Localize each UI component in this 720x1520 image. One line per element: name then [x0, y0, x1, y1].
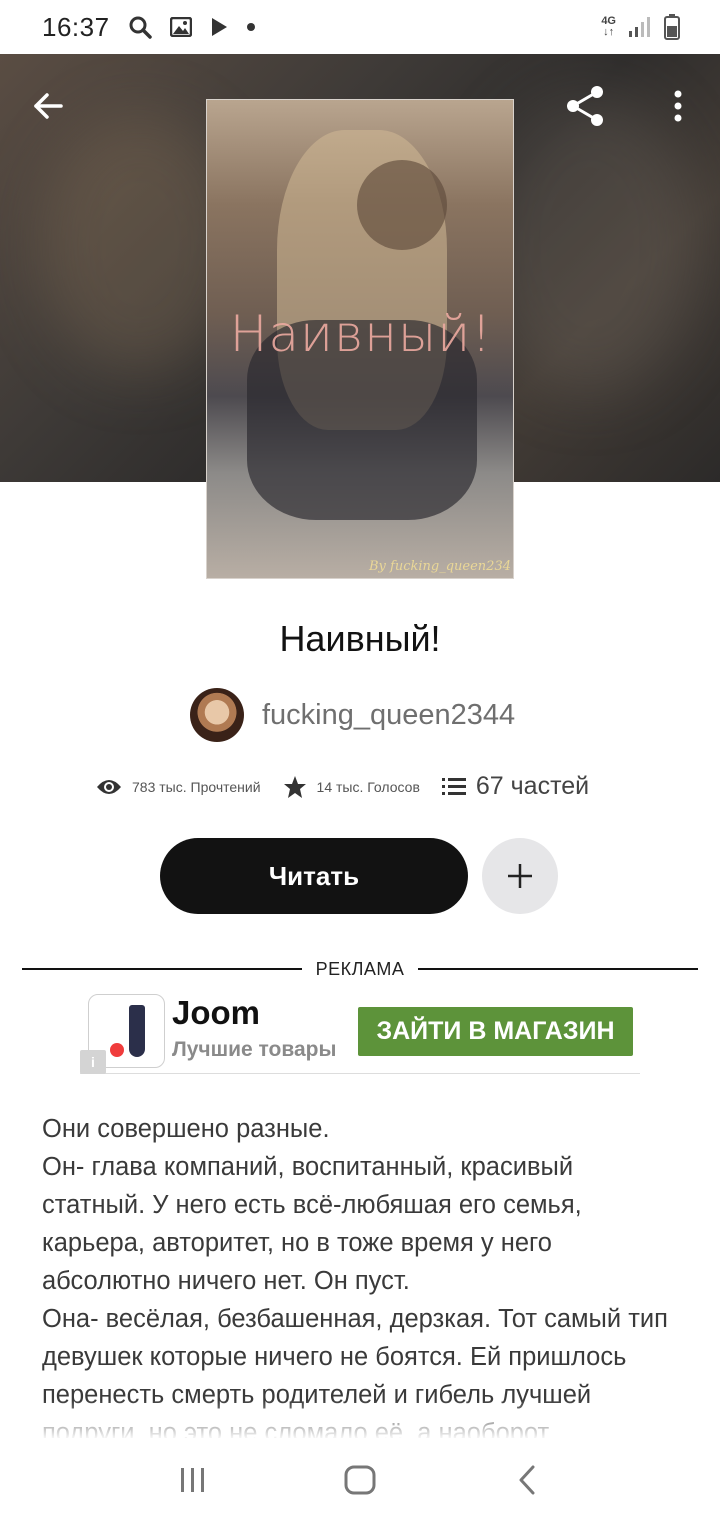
story-description: Они совершено разные. Он- глава компаний… [42, 1110, 682, 1438]
stat-parts[interactable]: 67 частей [441, 772, 590, 801]
system-nav-bar [0, 1440, 720, 1520]
joom-logo-dot [110, 1043, 124, 1057]
ad-brand[interactable]: Joom [172, 994, 260, 1032]
ad-tagline: Лучшие товары [172, 1038, 337, 1061]
list-icon [441, 777, 466, 795]
read-button[interactable]: Читать [160, 838, 468, 914]
recents-icon [181, 1468, 205, 1492]
battery-icon [664, 14, 680, 40]
add-to-library-button[interactable] [482, 838, 558, 914]
star-icon [283, 775, 306, 798]
more-options-button[interactable] [652, 80, 704, 132]
author-link[interactable]: fucking_queen2344 [190, 688, 515, 742]
dot-icon [246, 23, 255, 31]
stat-reads: 783 тыс. Прочтений [96, 778, 261, 796]
cover-title: Наивный! [229, 305, 493, 363]
status-time: 16:37 [42, 11, 110, 42]
parts-count: 67 частей [475, 772, 590, 800]
nav-back-button[interactable] [487, 1450, 567, 1510]
description-fade [0, 1400, 720, 1440]
status-bar: 16:37 4G ↓↑ [0, 0, 720, 54]
eye-icon [97, 779, 121, 794]
search-icon [129, 16, 152, 39]
cover-signature: By fucking_queen234 [369, 559, 511, 574]
more-vertical-icon [674, 90, 682, 122]
description-line: Они совершено разные. [42, 1115, 330, 1143]
story-title: Наивный! [279, 618, 441, 659]
ad-divider: РЕКЛАМА [22, 956, 699, 982]
plus-icon [508, 864, 532, 888]
avatar [190, 688, 244, 742]
arrow-left-icon [34, 93, 63, 119]
story-stats: 783 тыс. Прочтений 14 тыс. Голосов 67 ча… [96, 772, 589, 801]
gallery-icon [169, 17, 192, 37]
description-line: Он- глава компаний, воспитанный, красивы… [42, 1153, 582, 1295]
story-cover[interactable]: Наивный! By fucking_queen234 [206, 99, 514, 579]
status-system-icons: 4G ↓↑ [601, 14, 680, 40]
recents-button[interactable] [153, 1450, 233, 1510]
joom-logo-bar [129, 1005, 145, 1057]
reads-count: 783 тыс. Прочтений [132, 778, 261, 795]
network-type: 4G ↓↑ [601, 15, 616, 38]
home-button[interactable] [320, 1450, 400, 1510]
back-button[interactable] [22, 80, 74, 132]
status-notification-icons [128, 15, 256, 39]
info-icon[interactable]: i [80, 1050, 106, 1074]
stat-votes: 14 тыс. Голосов [283, 775, 420, 799]
home-icon [344, 1465, 376, 1495]
share-icon [567, 86, 603, 126]
votes-count: 14 тыс. Голосов [316, 778, 420, 795]
author-name: fucking_queen2344 [262, 698, 516, 731]
signal-bars-icon [629, 17, 650, 37]
ad-banner[interactable]: i Joom Лучшие товары ЗАЙТИ В МАГАЗИН [80, 992, 640, 1074]
divider-line [418, 968, 699, 970]
shop-button[interactable]: ЗАЙТИ В МАГАЗИН [358, 1007, 633, 1056]
divider-line [22, 968, 302, 970]
play-icon [211, 18, 227, 36]
back-icon [519, 1465, 535, 1495]
share-button[interactable] [560, 80, 612, 132]
cover-art-shape [357, 160, 447, 250]
ad-label: РЕКЛАМА [315, 958, 405, 979]
